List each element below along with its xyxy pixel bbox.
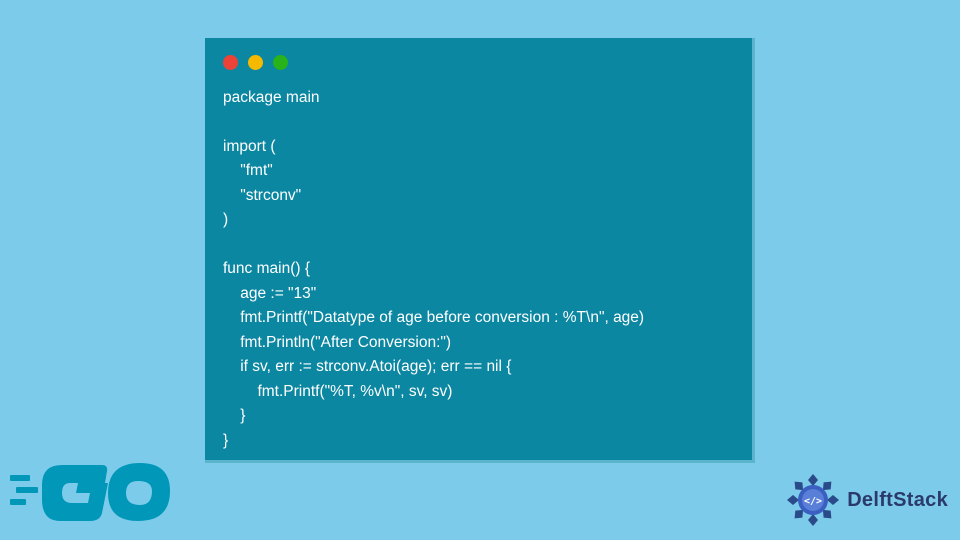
code-line: } (223, 407, 245, 424)
go-logo-icon (10, 455, 185, 530)
code-line: "fmt" (223, 162, 273, 179)
code-line: ) (223, 211, 228, 228)
delftstack-badge-icon: </> (785, 472, 841, 528)
delftstack-label: DelftStack (847, 489, 948, 512)
code-line: } (223, 432, 228, 449)
code-line: func main() { (223, 260, 310, 277)
code-line: if sv, err := strconv.Atoi(age); err == … (223, 358, 511, 375)
close-icon (223, 55, 238, 70)
delftstack-branding: </> DelftStack (785, 472, 948, 528)
maximize-icon (273, 55, 288, 70)
code-line: package main (223, 89, 320, 106)
code-block: package main import ( "fmt" "strconv" ) … (205, 68, 752, 453)
minimize-icon (248, 55, 263, 70)
code-line: age := "13" (223, 285, 316, 302)
code-line: fmt.Printf("Datatype of age before conve… (223, 309, 644, 326)
code-line: fmt.Println("After Conversion:") (223, 334, 451, 351)
code-window: package main import ( "fmt" "strconv" ) … (205, 38, 755, 463)
code-line: "strconv" (223, 187, 301, 204)
svg-text:</>: </> (804, 496, 822, 507)
code-line: fmt.Printf("%T, %v\n", sv, sv) (223, 383, 452, 400)
code-line: import ( (223, 138, 276, 155)
window-titlebar (205, 38, 752, 68)
